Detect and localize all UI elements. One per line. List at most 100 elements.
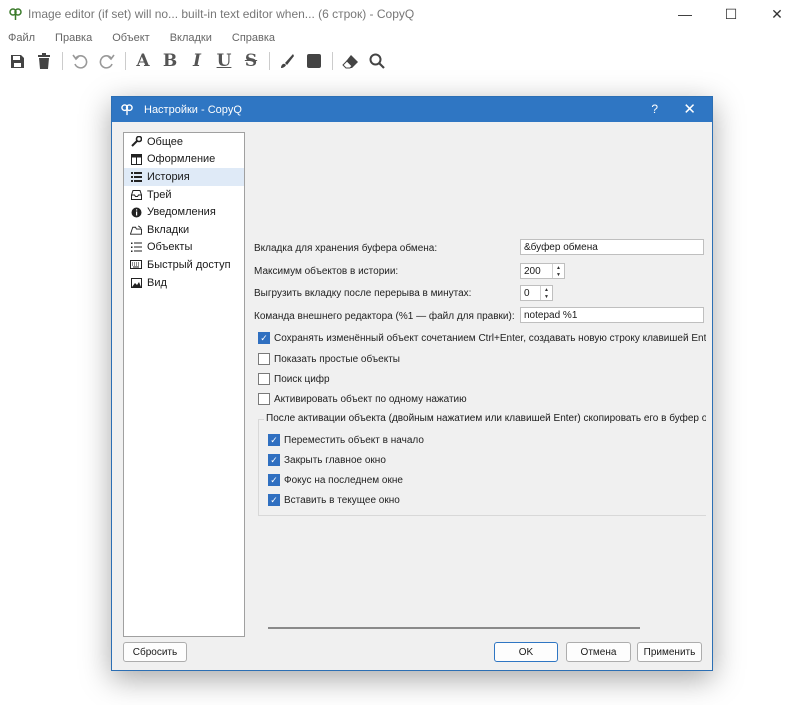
checkbox-checked[interactable]: ✓ bbox=[268, 474, 280, 486]
editor-row: Команда внешнего редактора (%1 — файл дл… bbox=[254, 308, 515, 325]
clipboard-tab-row: Вкладка для хранения буфера обмена: bbox=[254, 240, 437, 257]
single-click-checkbox-row[interactable]: Активировать объект по одному нажатию bbox=[258, 391, 467, 407]
nav-label: Уведомления bbox=[147, 206, 216, 219]
checkbox-checked[interactable]: ✓ bbox=[268, 494, 280, 506]
settings-nav-list: Общее Оформление История Трей Уведомлени… bbox=[123, 132, 245, 637]
spin-down-icon[interactable]: ▼ bbox=[553, 271, 564, 278]
undo-icon[interactable] bbox=[69, 50, 91, 72]
brush-icon[interactable] bbox=[276, 50, 298, 72]
nav-label: История bbox=[147, 170, 190, 183]
list-icon bbox=[130, 171, 142, 182]
unload-minutes-spinbox[interactable]: 0 ▲ ▼ bbox=[520, 285, 553, 301]
nav-item-shortcuts[interactable]: Быстрый доступ bbox=[124, 256, 244, 274]
search-icon[interactable] bbox=[366, 50, 388, 72]
nav-label: Трей bbox=[147, 188, 172, 201]
copyq-app-icon bbox=[120, 103, 134, 117]
single-click-label: Активировать объект по одному нажатию bbox=[274, 393, 467, 405]
nav-item-appearance[interactable]: Оформление bbox=[124, 151, 244, 169]
focus-last-checkbox-row[interactable]: ✓ Фокус на последнем окне bbox=[268, 472, 403, 488]
bold-icon[interactable]: B bbox=[159, 50, 181, 72]
nav-item-history[interactable]: История bbox=[124, 168, 244, 186]
checkbox-checked[interactable]: ✓ bbox=[268, 434, 280, 446]
unload-minutes-value[interactable]: 0 bbox=[521, 286, 540, 300]
checkbox-unchecked[interactable] bbox=[258, 373, 270, 385]
spin-up-icon[interactable]: ▲ bbox=[541, 286, 552, 293]
tabs-icon bbox=[130, 225, 142, 235]
window-title: Image editor (if set) will no... built-i… bbox=[28, 7, 415, 21]
checkbox-unchecked[interactable] bbox=[258, 393, 270, 405]
nav-item-tabs[interactable]: Вкладки bbox=[124, 221, 244, 239]
dialog-close-button[interactable]: ✕ bbox=[683, 100, 696, 118]
ok-button[interactable]: OK bbox=[494, 642, 558, 662]
editor-command-input[interactable]: notepad %1 bbox=[520, 307, 704, 323]
close-main-checkbox-row[interactable]: ✓ Закрыть главное окно bbox=[268, 452, 386, 468]
nav-label: Вкладки bbox=[147, 223, 190, 236]
nav-item-items[interactable]: Объекты bbox=[124, 239, 244, 257]
menu-edit[interactable]: Правка bbox=[55, 32, 92, 44]
toolbar-separator bbox=[125, 52, 126, 70]
font-icon[interactable]: A bbox=[132, 50, 154, 72]
nav-item-notifications[interactable]: Уведомления bbox=[124, 203, 244, 221]
settings-dialog: Настройки - CopyQ ? ✕ Общее Оформление И… bbox=[111, 96, 713, 671]
reset-button[interactable]: Сбросить bbox=[123, 642, 187, 662]
clipboard-tab-input[interactable]: &буфер обмена bbox=[520, 239, 704, 255]
number-search-label: Поиск цифр bbox=[274, 373, 330, 385]
max-items-spinbox[interactable]: 200 ▲ ▼ bbox=[520, 263, 565, 279]
unload-label: Выгрузить вкладку после перерыва в минут… bbox=[254, 288, 472, 299]
toolbar-separator bbox=[332, 52, 333, 70]
strikethrough-icon[interactable]: S bbox=[240, 50, 262, 72]
nav-item-general[interactable]: Общее bbox=[124, 133, 244, 151]
close-main-label: Закрыть главное окно bbox=[284, 454, 386, 466]
nav-label: Объекты bbox=[147, 241, 193, 254]
square-icon[interactable] bbox=[303, 50, 325, 72]
eraser-icon[interactable] bbox=[339, 50, 361, 72]
paste-label: Вставить в текущее окно bbox=[284, 494, 400, 506]
menu-file[interactable]: Файл bbox=[8, 32, 35, 44]
keyboard-icon bbox=[130, 260, 142, 270]
minimize-button[interactable]: — bbox=[662, 0, 708, 28]
image-icon bbox=[130, 277, 142, 288]
menubar: Файл Правка Объект Вкладки Справка bbox=[0, 28, 800, 47]
close-button[interactable]: ✕ bbox=[754, 0, 800, 28]
history-settings-panel: Вкладка для хранения буфера обмена: &буф… bbox=[254, 127, 706, 632]
redo-icon[interactable] bbox=[96, 50, 118, 72]
checkbox-unchecked[interactable] bbox=[258, 353, 270, 365]
checkbox-checked[interactable]: ✓ bbox=[268, 454, 280, 466]
nav-label: Вид bbox=[147, 276, 167, 289]
max-items-label: Максимум объектов в истории: bbox=[254, 266, 399, 277]
menu-tabs[interactable]: Вкладки bbox=[170, 32, 212, 44]
copyq-app-icon bbox=[8, 7, 22, 21]
horizontal-scrollbar[interactable] bbox=[268, 627, 640, 629]
nav-item-tray[interactable]: Трей bbox=[124, 186, 244, 204]
show-simple-checkbox-row[interactable]: Показать простые объекты bbox=[258, 351, 400, 367]
layout-icon bbox=[130, 153, 142, 165]
move-to-top-checkbox-row[interactable]: ✓ Переместить объект в начало bbox=[268, 432, 424, 448]
save-icon[interactable] bbox=[6, 50, 28, 72]
editor-label: Команда внешнего редактора (%1 — файл дл… bbox=[254, 311, 515, 322]
max-items-value[interactable]: 200 bbox=[521, 264, 552, 278]
info-icon bbox=[130, 207, 142, 218]
menu-item[interactable]: Объект bbox=[112, 32, 149, 44]
clipboard-tab-label: Вкладка для хранения буфера обмена: bbox=[254, 243, 438, 254]
spin-up-icon[interactable]: ▲ bbox=[553, 264, 564, 271]
save-edited-label: Сохранять изменённый объект сочетанием C… bbox=[274, 332, 706, 344]
italic-icon[interactable]: I bbox=[186, 50, 208, 72]
underline-icon[interactable]: U bbox=[213, 50, 235, 72]
paste-checkbox-row[interactable]: ✓ Вставить в текущее окно bbox=[268, 492, 400, 508]
cancel-button[interactable]: Отмена bbox=[566, 642, 631, 662]
nav-label: Общее bbox=[147, 135, 184, 148]
help-button[interactable]: ? bbox=[651, 102, 658, 116]
number-search-checkbox-row[interactable]: Поиск цифр bbox=[258, 371, 330, 387]
nav-label: Быстрый доступ bbox=[147, 258, 231, 271]
maximize-button[interactable]: ☐ bbox=[708, 0, 754, 28]
apply-button[interactable]: Применить bbox=[637, 642, 702, 662]
after-activation-title: После активации объекта (двойным нажатие… bbox=[264, 413, 706, 424]
items-icon bbox=[130, 242, 142, 253]
menu-help[interactable]: Справка bbox=[232, 32, 275, 44]
checkbox-checked[interactable]: ✓ bbox=[258, 332, 270, 344]
nav-item-view[interactable]: Вид bbox=[124, 274, 244, 292]
save-edited-checkbox-row[interactable]: ✓ Сохранять изменённый объект сочетанием… bbox=[258, 330, 706, 346]
toolbar-separator bbox=[62, 52, 63, 70]
trash-icon[interactable] bbox=[33, 50, 55, 72]
spin-down-icon[interactable]: ▼ bbox=[541, 293, 552, 300]
